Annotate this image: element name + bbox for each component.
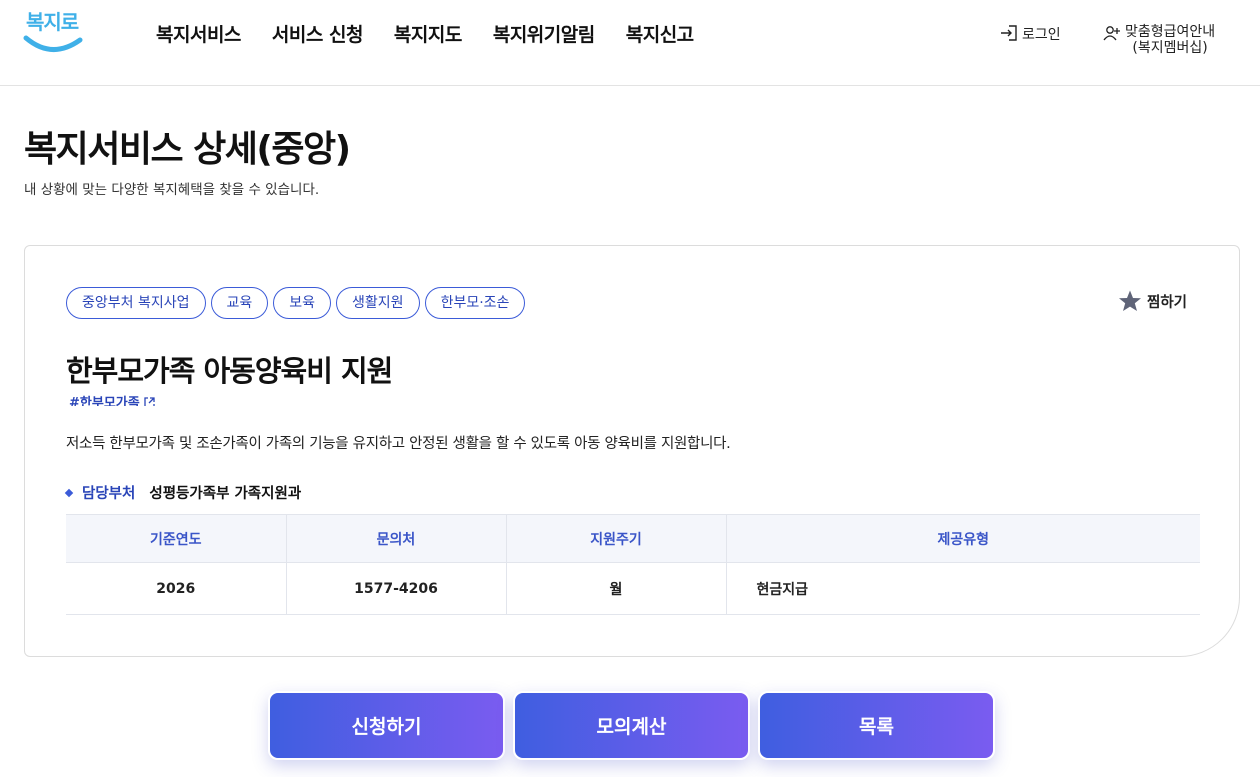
service-detail-card: 중앙부처 복지사업 교육 보육 생활지원 한부모·조손 찜하기 한부모가족 아동…	[24, 245, 1240, 657]
service-description: 저소득 한부모가족 및 조손가족이 가족의 기능을 유지하고 안정된 생활을 할…	[66, 436, 731, 452]
department-value: 성평등가족부 가족지원과	[149, 486, 302, 502]
service-title: 한부모가족 아동양육비 지원	[66, 354, 393, 388]
membership-label: 맞춤형급여안내 (복지멤버십)	[1125, 24, 1215, 56]
header-provision-type: 제공유형	[726, 514, 1200, 563]
logo-text: 복지로	[26, 10, 79, 34]
action-buttons: 신청하기 모의계산 목록	[268, 691, 1003, 760]
simulate-button[interactable]: 모의계산	[513, 691, 750, 760]
star-icon	[1119, 290, 1141, 311]
tag-list: 중앙부처 복지사업 교육 보육 생활지원 한부모·조손	[66, 287, 530, 319]
membership-link[interactable]: 맞춤형급여안내 (복지멤버십)	[1103, 24, 1215, 56]
cell-provision-type: 현금지급	[726, 562, 1200, 615]
membership-label-line2: (복지멤버십)	[1132, 40, 1208, 56]
list-button[interactable]: 목록	[758, 691, 995, 760]
favorite-label: 찜하기	[1147, 294, 1188, 311]
hashtag-label: #한부모가족	[69, 396, 140, 406]
tag-item[interactable]: 보육	[273, 287, 332, 319]
nav-welfare-report[interactable]: 복지신고	[626, 20, 694, 47]
table-header-row: 기준연도 문의처 지원주기 제공유형	[66, 514, 1200, 563]
bullet-icon	[64, 488, 74, 497]
site-logo[interactable]: 복지로	[22, 6, 86, 58]
header-contact: 문의처	[286, 514, 507, 563]
login-label: 로그인	[1022, 27, 1061, 43]
department-label: 담당부처	[82, 486, 136, 502]
user-add-icon	[1103, 26, 1120, 41]
header-base-year: 기준연도	[66, 514, 287, 563]
login-link[interactable]: 로그인	[1000, 24, 1061, 44]
membership-label-line1: 맞춤형급여안내	[1125, 24, 1216, 40]
table-row: 2026 1577-4206 월 현금지급	[66, 562, 1200, 615]
service-info-table: 기준연도 문의처 지원주기 제공유형 2026 1577-4206 월 현금지급	[66, 514, 1200, 615]
nav-service-apply[interactable]: 서비스 신청	[272, 20, 364, 47]
login-icon	[1001, 25, 1017, 41]
tag-item[interactable]: 한부모·조손	[424, 287, 526, 319]
cell-support-cycle: 월	[506, 562, 727, 615]
header-support-cycle: 지원주기	[506, 514, 727, 563]
cell-base-year: 2026	[66, 562, 287, 615]
tag-item[interactable]: 교육	[210, 287, 269, 319]
hashtag-link[interactable]: #한부모가족	[69, 392, 155, 406]
nav-welfare-map[interactable]: 복지지도	[394, 20, 462, 47]
cell-contact: 1577-4206	[286, 562, 507, 615]
favorite-button[interactable]: 찜하기	[1118, 289, 1187, 313]
main-nav: 복지서비스 서비스 신청 복지지도 복지위기알림 복지신고	[156, 20, 725, 47]
nav-welfare-service[interactable]: 복지서비스	[156, 20, 241, 47]
tag-item[interactable]: 생활지원	[336, 287, 420, 319]
logo-smile-icon	[23, 35, 83, 52]
department-info: 담당부처 성평등가족부 가족지원과	[64, 482, 302, 503]
external-link-icon	[144, 397, 155, 406]
page-subtitle: 내 상황에 맞는 다양한 복지혜택을 찾을 수 있습니다.	[24, 182, 320, 198]
nav-crisis-alert[interactable]: 복지위기알림	[493, 20, 595, 47]
tag-item[interactable]: 중앙부처 복지사업	[66, 287, 206, 319]
apply-button[interactable]: 신청하기	[268, 691, 505, 760]
site-header: 복지로 복지서비스 서비스 신청 복지지도 복지위기알림 복지신고 로그인 맞춤…	[0, 0, 1260, 86]
page-title: 복지서비스 상세(중앙)	[24, 129, 351, 170]
